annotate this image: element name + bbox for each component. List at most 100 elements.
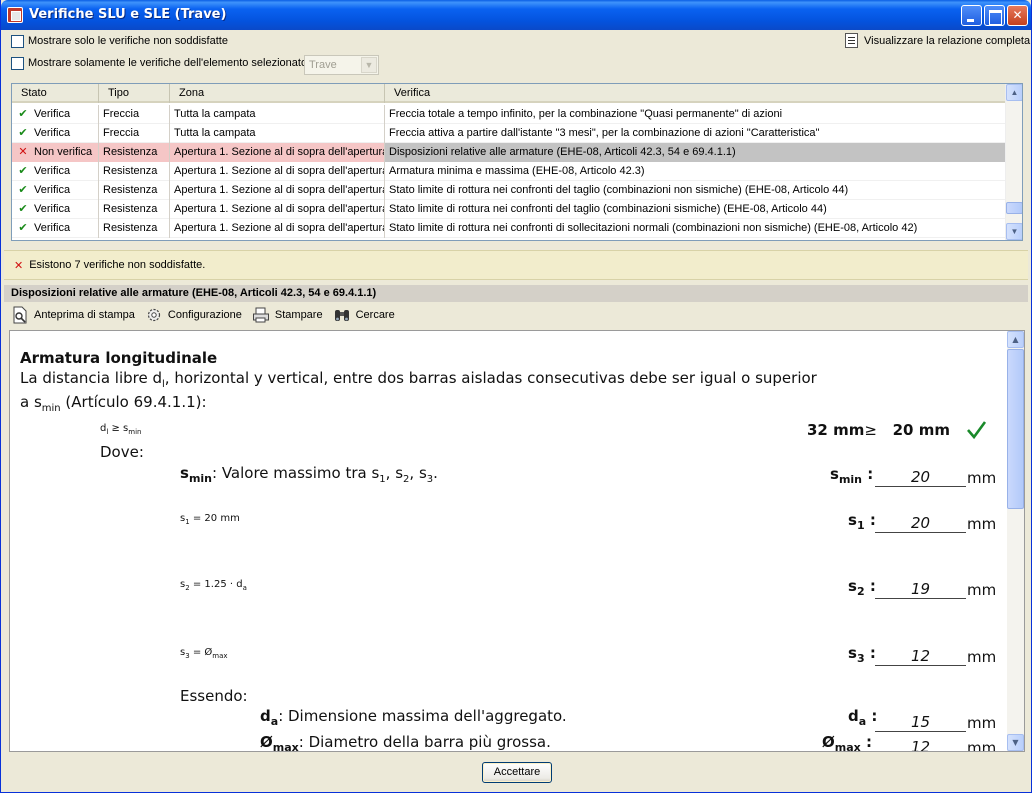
printer-icon <box>252 307 269 323</box>
minimize-button[interactable] <box>961 5 982 26</box>
configuration-button[interactable]: Configurazione <box>145 306 242 324</box>
print-button[interactable]: Stampare <box>252 306 323 324</box>
report-scrollbar[interactable]: ▲ ▼ <box>1007 331 1024 751</box>
report-document-icon <box>845 33 858 48</box>
check-icon: ✔ <box>18 165 28 177</box>
cell-stato: ✔ Verifica <box>12 181 99 200</box>
chevron-down-icon: ▼ <box>361 57 377 73</box>
cell-verifica: Stato limite di rottura nei confronti di… <box>385 219 1006 238</box>
error-x-icon: ✕ <box>14 259 24 272</box>
report-intro-line2: a smin (Artículo 69.4.1.1): <box>20 393 207 414</box>
cell-verifica: Armatura minima e massima (EHE-08, Artic… <box>385 162 1006 181</box>
being-label: Essendo: <box>180 687 248 705</box>
print-preview-button[interactable]: Anteprima di stampa <box>11 306 135 324</box>
cell-verifica: Stato limite di rottura nei confronti de… <box>385 181 1006 200</box>
cell-zona: Tutta la campata <box>170 124 385 143</box>
status-text: Verifica <box>34 127 71 139</box>
print-label: Stampare <box>274 309 323 321</box>
section-title: Disposizioni relative alle armature (EHE… <box>4 285 1028 302</box>
cell-stato: ✔ Verifica <box>12 200 99 219</box>
cell-verifica: Freccia totale a tempo infinito, per la … <box>385 105 1006 124</box>
da-definition: da: Dimensione massima dell'aggregato. <box>260 707 567 728</box>
header-tipo[interactable]: Tipo <box>99 84 170 103</box>
header-verifica[interactable]: Verifica <box>385 84 1006 103</box>
cell-zona: Apertura 1. Sezione al di sopra dell'ape… <box>170 143 385 162</box>
only-selected-option[interactable]: Mostrare solamente le verifiche dell'ele… <box>11 55 307 71</box>
cell-stato: ✔ Verifica <box>12 124 99 143</box>
maximize-button[interactable] <box>984 5 1005 26</box>
smin-value-symbol: smin : <box>830 465 874 486</box>
cell-stato: ✔ Verifica <box>12 105 99 124</box>
status-text: Verifica <box>34 108 71 120</box>
intro-line2-b: (Artículo 69.4.1.1): <box>60 393 207 411</box>
full-report-link[interactable]: Visualizzare la relazione completa <box>845 33 1030 48</box>
report-scroll-up-icon[interactable]: ▲ <box>1007 331 1024 348</box>
scroll-thumb[interactable] <box>1006 202 1022 214</box>
s3-formula: s3 = Ømax <box>180 647 228 660</box>
header-zona[interactable]: Zona <box>170 84 385 103</box>
table-row[interactable]: ✔ Verifica Freccia Tutta la campata Freccia … <box>12 124 1006 143</box>
element-select-value: Trave <box>309 59 337 71</box>
cell-tipo: Freccia <box>99 124 170 143</box>
only-selected-checkbox[interactable] <box>11 56 24 70</box>
status-text: Non verifica <box>34 146 93 158</box>
search-button[interactable]: Cercare <box>333 306 395 324</box>
verification-window: Verifiche SLU e SLE (Trave) ✕ Mostrare s… <box>0 0 1032 793</box>
cell-stato: ✔ Verifica <box>12 219 99 238</box>
smin-value[interactable]: 20 <box>875 468 966 487</box>
close-button[interactable]: ✕ <box>1007 5 1028 26</box>
cell-zona: Apertura 1. Sezione al di sopra dell'ape… <box>170 219 385 238</box>
status-message-bar: ✕ Esistono 7 verifiche non soddisfatte. <box>4 250 1028 280</box>
s2-value-symbol: s2 : <box>848 577 876 598</box>
scroll-up-icon[interactable]: ▲ <box>1006 84 1022 101</box>
s3-unit: mm <box>967 648 997 666</box>
table-row[interactable]: ✕ Non verifica Resistenza Apertura 1. Sezio… <box>12 143 1006 162</box>
smin-desc-end: . <box>433 464 438 482</box>
table-header: Stato Tipo Zona Verifica <box>12 84 1006 103</box>
s1-value-symbol: s1 : <box>848 511 876 532</box>
table-row[interactable]: ✔ Verifica Resistenza Apertura 1. Sezione a… <box>12 181 1006 200</box>
s1-value[interactable]: 20 <box>875 514 966 533</box>
scroll-down-icon[interactable]: ▼ <box>1006 223 1022 240</box>
phimax-definition: Ømax: Diametro della barra più grossa. <box>260 733 551 752</box>
report-heading: Armatura longitudinale <box>20 349 218 367</box>
header-stato[interactable]: Stato <box>12 84 99 103</box>
check-icon: ✔ <box>18 108 28 120</box>
full-report-label: Visualizzare la relazione completa <box>864 34 1031 47</box>
table-row[interactable]: ✔ Verifica Freccia Tutta la campata Freccia … <box>12 105 1006 124</box>
report-scroll-thumb[interactable] <box>1007 349 1024 509</box>
only-failed-checkbox[interactable] <box>11 34 24 48</box>
cell-tipo: Resistenza <box>99 219 170 238</box>
only-failed-label: Mostrare solo le verifiche non soddisfat… <box>28 35 228 47</box>
cell-tipo: Resistenza <box>99 200 170 219</box>
report-viewer: Armatura longitudinale La distancia libr… <box>9 330 1025 752</box>
phimax-value[interactable]: 12 <box>875 738 966 751</box>
check-icon: ✔ <box>18 203 28 215</box>
condition-s-sub: min <box>128 428 142 436</box>
print-preview-label: Anteprima di stampa <box>34 309 135 321</box>
configuration-label: Configurazione <box>167 309 242 321</box>
status-text: Verifica <box>34 184 71 196</box>
cell-zona: Tutta la campata <box>170 105 385 124</box>
table-scrollbar[interactable]: ▲ ▼ <box>1005 84 1022 240</box>
s2-value[interactable]: 19 <box>875 580 966 599</box>
report-scroll-down-icon[interactable]: ▼ <box>1007 734 1024 751</box>
cell-zona: Apertura 1. Sezione al di sopra dell'ape… <box>170 162 385 181</box>
da-value[interactable]: 15 <box>875 713 966 732</box>
check-icon: ✔ <box>18 222 28 234</box>
cell-stato: ✔ Verifica <box>12 162 99 181</box>
intro-text: La distancia libre d <box>20 369 162 387</box>
gear-icon <box>147 308 160 322</box>
cell-zona: Apertura 1. Sezione al di sopra dell'ape… <box>170 181 385 200</box>
app-icon <box>7 7 23 23</box>
table-row[interactable]: ✔ Verifica Resistenza Apertura 1. Sezione a… <box>12 219 1006 238</box>
window-title: Verifiche SLU e SLE (Trave) <box>29 7 227 22</box>
table-row[interactable]: ✔ Verifica Resistenza Apertura 1. Sezione a… <box>12 200 1006 219</box>
table-row[interactable]: ✔ Verifica Resistenza Apertura 1. Sezione a… <box>12 162 1006 181</box>
cell-stato: ✕ Non verifica <box>12 143 99 162</box>
where-label: Dove: <box>100 443 144 461</box>
s1-unit: mm <box>967 515 997 533</box>
s3-value[interactable]: 12 <box>875 647 966 666</box>
accept-button[interactable]: Accettare <box>482 762 552 783</box>
only-failed-option[interactable]: Mostrare solo le verifiche non soddisfat… <box>11 33 228 49</box>
